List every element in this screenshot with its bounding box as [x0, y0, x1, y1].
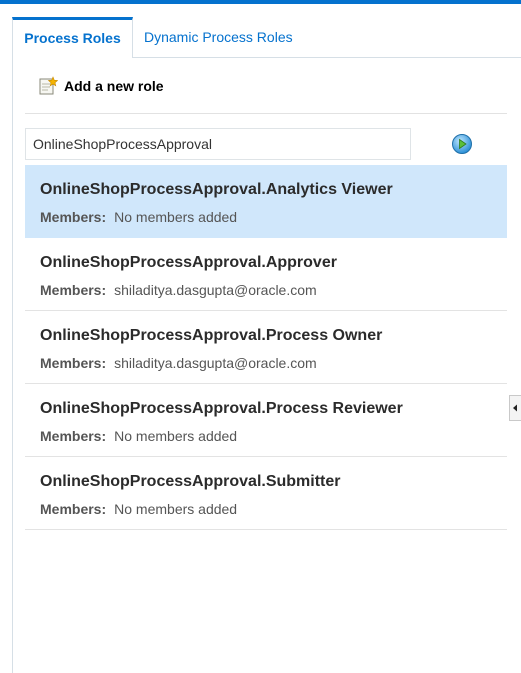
- tab-dynamic-process-roles[interactable]: Dynamic Process Roles: [133, 17, 304, 56]
- add-document-icon: [38, 76, 59, 96]
- role-search-input[interactable]: [25, 128, 411, 160]
- members-label: Members:: [40, 428, 107, 444]
- role-name: OnlineShopProcessApproval.Process Review…: [40, 400, 403, 417]
- members-value: No members added: [114, 428, 238, 444]
- role-members: Members: No members added: [40, 501, 237, 517]
- role-members: Members: shiladitya.dasgupta@oracle.com: [40, 355, 317, 371]
- role-item-submitter[interactable]: OnlineShopProcessApproval.Submitter Memb…: [25, 457, 507, 530]
- collapse-arrow-icon: [513, 404, 517, 412]
- members-label: Members:: [40, 282, 107, 298]
- add-role-button[interactable]: Add a new role: [38, 76, 164, 96]
- members-value: No members added: [114, 501, 238, 517]
- add-role-label: Add a new role: [64, 78, 164, 94]
- role-name: OnlineShopProcessApproval.Process Owner: [40, 327, 383, 344]
- role-item-analytics-viewer[interactable]: OnlineShopProcessApproval.Analytics View…: [25, 165, 507, 238]
- members-label: Members:: [40, 209, 107, 225]
- members-value: shiladitya.dasgupta@oracle.com: [114, 355, 317, 371]
- go-arrow-icon: [452, 134, 472, 154]
- role-item-approver[interactable]: OnlineShopProcessApproval.Approver Membe…: [25, 238, 507, 311]
- role-list: OnlineShopProcessApproval.Analytics View…: [25, 165, 507, 530]
- role-name: OnlineShopProcessApproval.Analytics View…: [40, 181, 393, 198]
- members-value: No members added: [114, 209, 238, 225]
- collapse-panel-handle[interactable]: [509, 395, 521, 421]
- go-button[interactable]: [451, 133, 473, 155]
- toolbar-divider: [25, 113, 507, 114]
- tab-process-roles[interactable]: Process Roles: [12, 17, 133, 58]
- role-members: Members: No members added: [40, 209, 237, 225]
- tab-bar: Process Roles Dynamic Process Roles: [12, 17, 521, 58]
- members-label: Members:: [40, 355, 107, 371]
- members-label: Members:: [40, 501, 107, 517]
- top-accent-bar: [0, 0, 521, 4]
- role-item-process-reviewer[interactable]: OnlineShopProcessApproval.Process Review…: [25, 384, 507, 457]
- role-members: Members: No members added: [40, 428, 237, 444]
- members-value: shiladitya.dasgupta@oracle.com: [114, 282, 317, 298]
- role-item-process-owner[interactable]: OnlineShopProcessApproval.Process Owner …: [25, 311, 507, 384]
- role-members: Members: shiladitya.dasgupta@oracle.com: [40, 282, 317, 298]
- role-name: OnlineShopProcessApproval.Approver: [40, 254, 337, 271]
- role-name: OnlineShopProcessApproval.Submitter: [40, 473, 341, 490]
